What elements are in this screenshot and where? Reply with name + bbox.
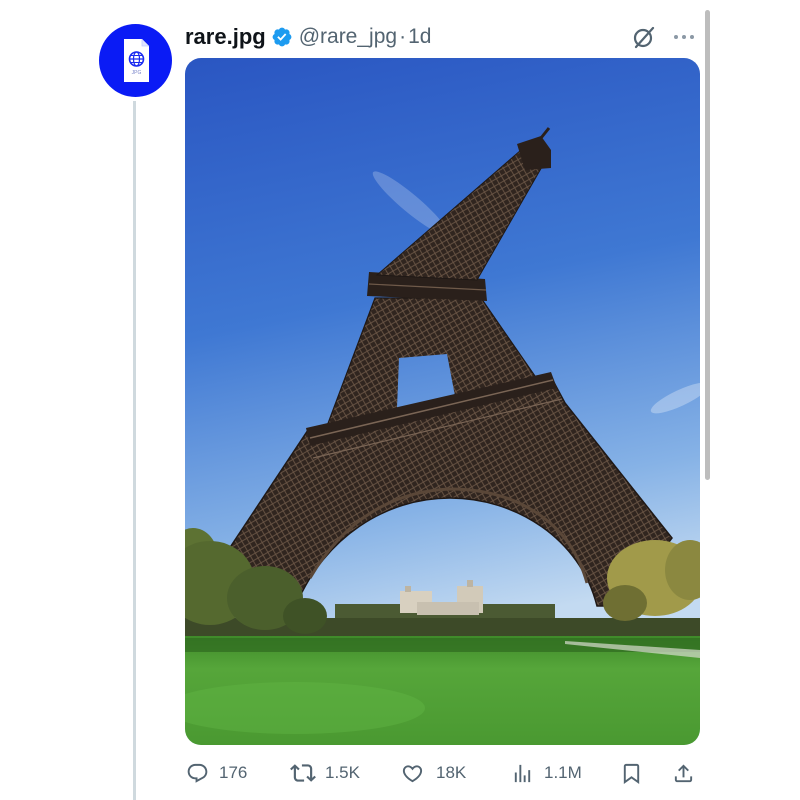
reply-count: 176 (219, 763, 248, 782)
retweet-count: 1.5K (325, 763, 360, 782)
heart-icon (402, 764, 423, 782)
tweet-header: rare.jpg @rare_jpg · 1d (185, 22, 431, 52)
tweet: JPG rare.jpg @rare_jpg · 1d 176 1.5K 18K… (0, 0, 800, 800)
separator-dot: · (399, 25, 407, 48)
verified-badge-icon (271, 26, 293, 48)
bookmark-button[interactable] (620, 760, 643, 786)
like-button[interactable]: 18K (401, 760, 466, 786)
timestamp[interactable]: 1d (408, 25, 431, 49)
jpg-file-globe-icon: JPG (124, 39, 149, 82)
thread-line (133, 101, 136, 800)
like-count: 18K (436, 763, 467, 782)
bookmark-icon (623, 763, 640, 784)
avatar[interactable]: JPG (99, 24, 172, 97)
share-icon (674, 763, 693, 782)
views-button[interactable]: 1.1M (511, 760, 582, 786)
reply-icon (187, 763, 208, 783)
scrollbar[interactable] (705, 10, 710, 480)
retweet-icon (290, 764, 316, 782)
avatar-label: JPG (132, 70, 142, 76)
grok-icon[interactable] (631, 24, 657, 50)
retweet-button[interactable]: 1.5K (290, 760, 360, 786)
share-button[interactable] (672, 760, 695, 786)
tweet-photo[interactable] (185, 58, 700, 745)
reply-button[interactable]: 176 (186, 760, 247, 786)
grass (185, 636, 700, 745)
views-count: 1.1M (544, 763, 582, 782)
handle[interactable]: @rare_jpg (299, 25, 397, 49)
more-options-icon[interactable] (672, 27, 696, 47)
views-icon (514, 764, 531, 782)
display-name[interactable]: rare.jpg (185, 24, 266, 50)
